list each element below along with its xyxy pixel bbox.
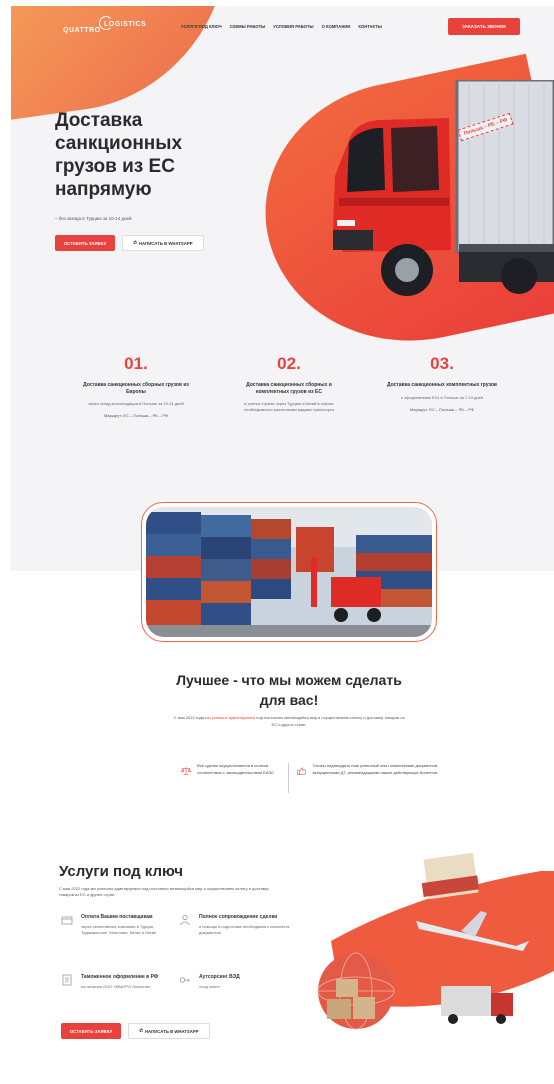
containers-photo-frame [141,502,437,642]
services-title: Услуги под ключ [59,863,183,880]
step-title: Доставка санкционных сборных грузов из Е… [83,382,189,395]
whatsapp-button[interactable]: ✆ НАПИСАТЬ В WHATSAPP [122,235,204,251]
subtitle-text-end: под постоянно меняющийся мир и осуществл… [255,715,405,727]
step-desc: с оформлением EX1 в Польше за 7-10 дней [400,394,484,400]
step-title: Доставка санкционных сборных и комплектн… [246,382,332,395]
nav-item-schemes[interactable]: СХЕМЫ РАБОТЫ [230,24,266,29]
step-card-2: 02. Доставка санкционных сборных и компл… [234,354,344,413]
step-number: 02. [277,354,301,373]
whatsapp-button-label: НАПИСАТЬ В WHATSAPP [138,240,193,246]
feature-legal-text: Все сделки осуществляются в полном соотв… [197,763,275,775]
services-subtitle: С мая 2022 года мы успешно адаптируемся … [59,886,269,897]
step-number: 03. [430,354,454,373]
hero-subtitle: – без заезда в Турцию за 10-14 дней [55,216,132,221]
feature-legal: Все сделки осуществляются в полном соотв… [181,763,281,779]
service-support: Полное сопровождение сделки и помощь в по… [179,914,294,936]
features-divider [288,763,289,793]
service-desc: «под ключ» [199,983,221,989]
logo[interactable]: LOGISTICS QUATTRO [63,16,146,35]
best-section-title: Лучшее - что мы можем сделать для вас! [176,672,402,708]
main-nav: УСЛУГИ ПОД КЛЮЧ СХЕМЫ РАБОТЫ УСЛОВИЯ РАБ… [181,24,382,29]
step-title: Доставка санкционных комплектных грузов [387,382,497,388]
step-card-1: 01. Доставка санкционных сборных грузов … [81,354,191,418]
service-customs: Таможенное оформление в РФ на печатью ООО… [61,974,176,990]
services-leave-request-button[interactable]: ОСТАВИТЬ ЗАЯВКУ [61,1023,121,1039]
truck-image [333,80,554,296]
service-title: Аутсорсинг ВЭД [199,974,240,980]
step-route: Маршрут: ЕС – Польша – РБ – РФ [410,406,474,412]
person-icon [180,914,190,926]
nav-item-contacts[interactable]: КОНТАКТЫ [358,24,381,29]
service-title: Оплата Вашим поставщикам [81,914,153,920]
logistics-illustration [317,852,554,1030]
step-route: Маршрут: ЕС – Польша – РБ – РФ [104,413,168,418]
service-outsourcing: Аутсорсинг ВЭД «под ключ» [179,974,294,990]
service-desc: через селективные компании в Турции, Тад… [81,923,156,935]
whatsapp-button-label: НАПИСАТЬ В WHATSAPP [144,1028,199,1034]
hero-title: Доставка санкционных грузов из ЕС напрям… [55,110,183,200]
service-desc: и помощь в подготовке необходимого компл… [199,923,290,935]
service-desc: на печатью ООО «КВАТРО Логистик» [81,983,151,989]
logo-top-text: LOGISTICS [104,21,147,28]
order-call-button[interactable]: ЗАКАЗАТЬ ЗВОНОК [448,18,520,35]
document-icon [62,974,72,986]
leave-request-button[interactable]: ОСТАВИТЬ ЗАЯВКУ [55,235,115,251]
landing-page: LOGISTICS QUATTRO УСЛУГИ ПОД КЛЮЧ СХЕМЫ … [11,6,554,1084]
nav-item-services[interactable]: УСЛУГИ ПОД КЛЮЧ [181,24,222,29]
thumbs-up-icon [297,767,307,776]
nav-item-conditions[interactable]: УСЛОВИЯ РАБОТЫ [273,24,313,29]
containers-photo [146,507,432,637]
service-title: Таможенное оформление в РФ [81,974,159,980]
step-desc: в третьи страны через Турцию и Китай в с… [244,401,334,412]
step-card-3: 03. Доставка санкционных комплектных гру… [387,354,497,412]
logo-bottom-text: QUATTRO [63,27,101,34]
scales-icon [181,767,191,775]
whatsapp-icon: ✆ [139,1028,143,1033]
service-payment: Оплата Вашим поставщикам через селективны… [61,914,176,936]
services-whatsapp-button[interactable]: ✆ НАПИСАТЬ В WHATSAPP [128,1023,210,1039]
nav-item-about[interactable]: О КОМПАНИИ [322,24,351,29]
wallet-icon [61,916,73,925]
subtitle-highlight: мы успешно адаптируемся [205,715,256,720]
feature-proof: Готовы подтвердить наш успешный опыт ком… [297,763,447,779]
whatsapp-icon: ✆ [133,240,137,245]
subtitle-text-start: С мая 2022 года [173,715,206,720]
key-icon [179,977,190,983]
feature-proof-text: Готовы подтвердить наш успешный опыт ком… [312,763,439,775]
service-title: Полное сопровождение сделки [199,914,278,920]
step-desc: через склад консолидации в Польше за 10-… [88,401,184,406]
best-section-subtitle: С мая 2022 года мы успешно адаптируемся … [171,715,407,728]
step-number: 01. [124,354,148,373]
